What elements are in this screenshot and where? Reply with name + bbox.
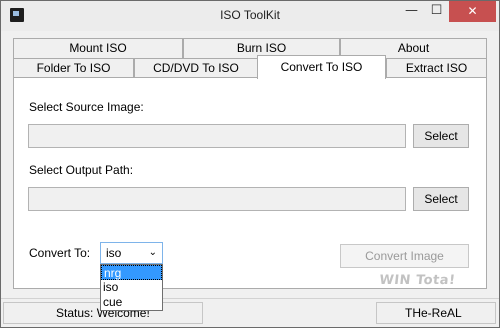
convert-format-select[interactable]: iso ⌄ [100, 242, 163, 264]
watermark-logo: WIN Tota! [378, 273, 457, 288]
tab-folder-to-iso[interactable]: Folder To ISO [13, 58, 134, 78]
author-text: THe-ReAL [376, 302, 496, 324]
status-bar: Status: Welcome! THe-ReAL [1, 298, 499, 327]
dropdown-option-iso[interactable]: iso [101, 280, 162, 295]
dropdown-option-nrg[interactable]: nrg [101, 265, 162, 280]
minimize-button[interactable]: — [399, 1, 424, 22]
title-bar[interactable]: ISO ToolKit — ☐ ✕ [1, 1, 499, 31]
output-path-field[interactable] [28, 187, 406, 211]
maximize-button[interactable]: ☐ [424, 1, 449, 22]
source-image-field[interactable] [28, 124, 406, 148]
convert-image-button[interactable]: Convert Image [340, 244, 469, 268]
convert-to-iso-panel: Select Source Image: Select Select Outpu… [13, 77, 487, 289]
source-image-label: Select Source Image: [29, 100, 144, 114]
tab-control: Mount ISO Burn ISO About Folder To ISO C… [13, 37, 487, 289]
tab-convert-to-iso[interactable]: Convert To ISO [257, 55, 386, 79]
select-source-button[interactable]: Select [413, 124, 469, 148]
convert-to-label: Convert To: [29, 246, 91, 260]
convert-format-value: iso [106, 246, 122, 260]
tab-mount-iso[interactable]: Mount ISO [13, 38, 183, 58]
app-window: ISO ToolKit — ☐ ✕ Mount ISO Burn ISO Abo… [0, 0, 500, 328]
tab-cd-dvd-to-iso[interactable]: CD/DVD To ISO [134, 58, 258, 78]
output-path-label: Select Output Path: [29, 163, 134, 177]
format-dropdown-list: nrg iso cue [100, 264, 163, 311]
chevron-down-icon: ⌄ [148, 247, 157, 258]
dropdown-option-cue[interactable]: cue [101, 295, 162, 310]
tab-extract-iso[interactable]: Extract ISO [386, 58, 487, 78]
select-output-button[interactable]: Select [413, 187, 469, 211]
close-button[interactable]: ✕ [449, 1, 496, 22]
